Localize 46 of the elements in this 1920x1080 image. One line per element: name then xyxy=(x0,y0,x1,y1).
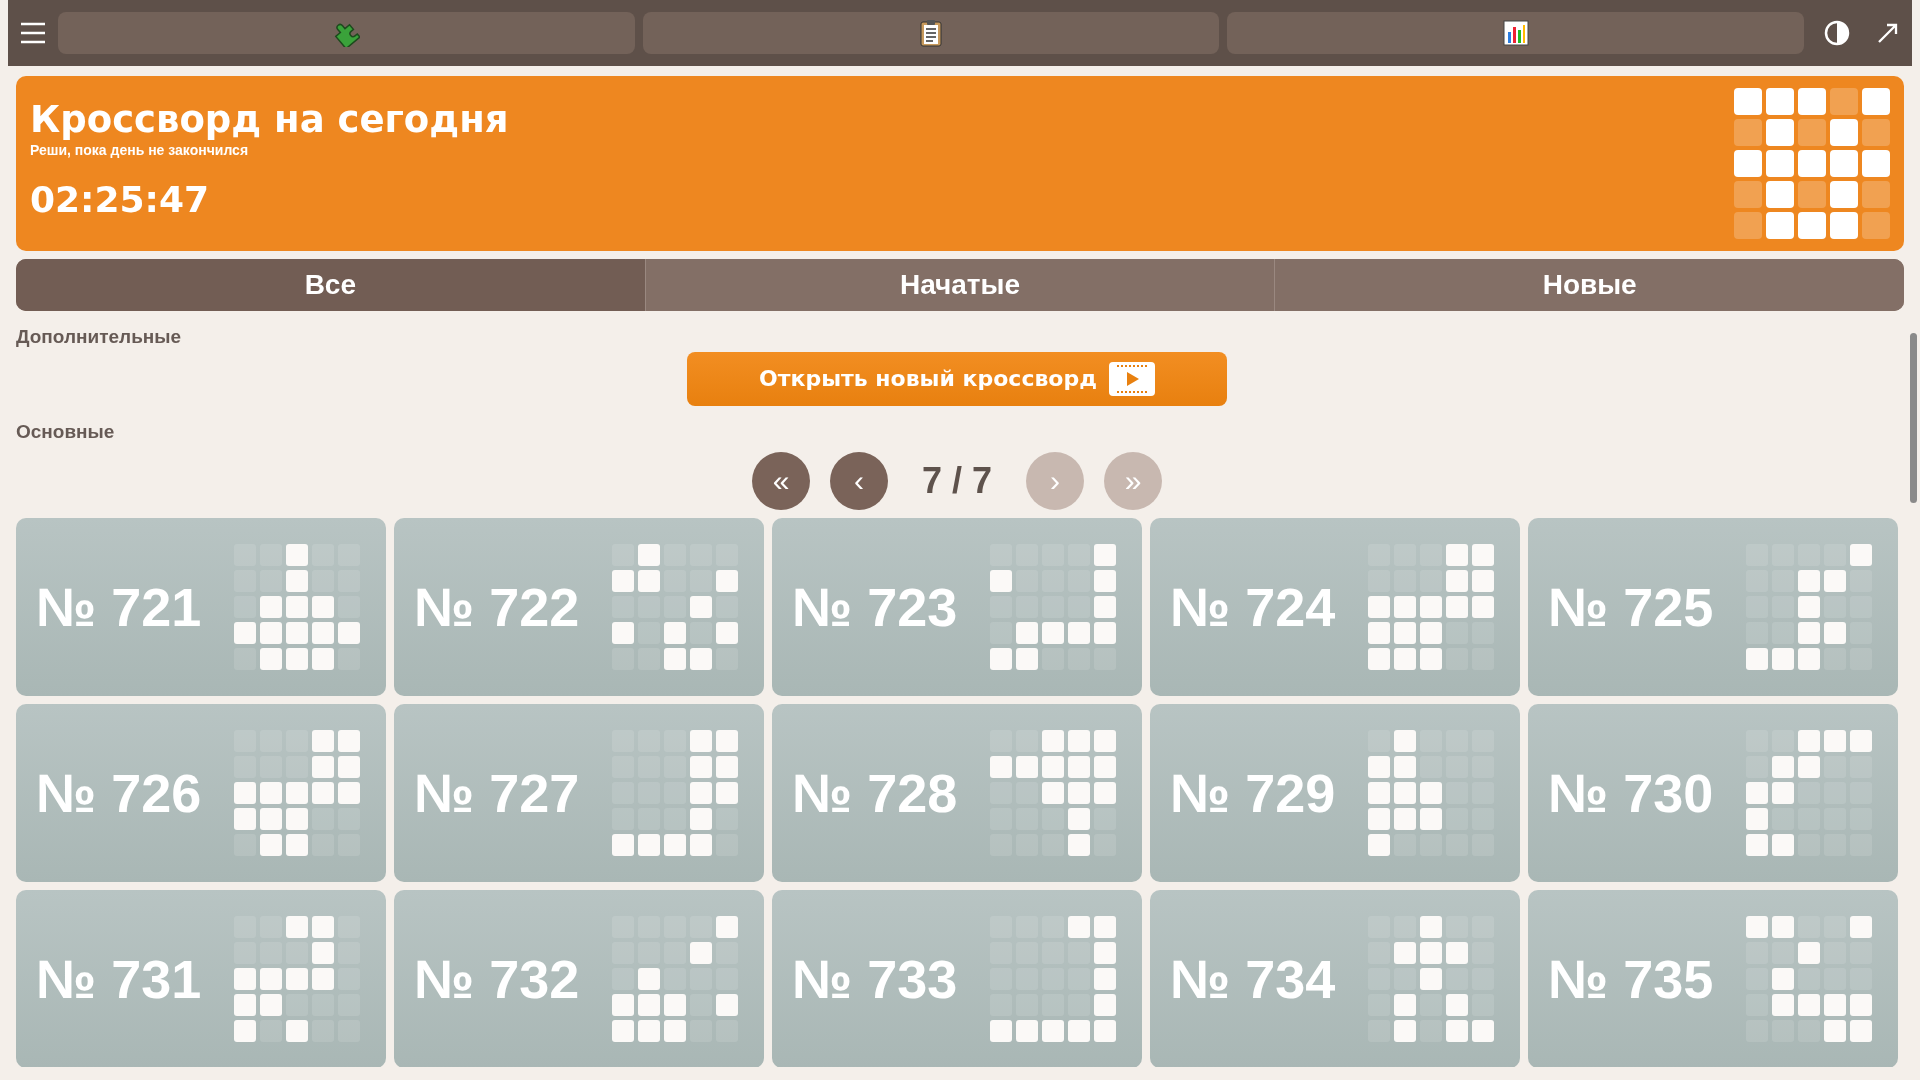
puzzle-card[interactable]: № 730 xyxy=(1528,704,1898,882)
puzzle-card[interactable]: № 727 xyxy=(394,704,764,882)
puzzle-card[interactable]: № 728 xyxy=(772,704,1142,882)
toolbar-tab[interactable] xyxy=(1227,12,1804,54)
page-button[interactable]: « xyxy=(751,452,810,510)
puzzle-number: № 728 xyxy=(792,761,958,825)
puzzle-number: № 725 xyxy=(1548,575,1714,639)
puzzle-number: № 722 xyxy=(414,575,580,639)
bar-chart-icon xyxy=(1502,20,1529,46)
puzzle-card[interactable]: № 726 xyxy=(16,704,386,882)
section-heading: Дополнительные xyxy=(16,325,183,349)
section-heading: Основные xyxy=(16,419,116,444)
puzzle-card[interactable]: № 722 xyxy=(394,518,764,696)
puzzle-number: № 721 xyxy=(36,575,202,639)
puzzle-card[interactable]: № 721 xyxy=(16,518,386,696)
puzzle-card[interactable]: № 725 xyxy=(1528,518,1898,696)
clipboard-icon xyxy=(919,19,943,47)
puzzle-number: № 732 xyxy=(414,947,580,1011)
puzzle-card[interactable]: № 733 xyxy=(772,890,1142,1067)
puzzle-card[interactable]: № 734 xyxy=(1150,890,1520,1067)
puzzle-number: № 733 xyxy=(792,947,958,1011)
open-crossword-button[interactable]: Открыть новый кроссворд xyxy=(687,351,1227,406)
puzzle-card[interactable]: № 735 xyxy=(1528,890,1898,1067)
puzzle-card[interactable]: № 731 xyxy=(16,890,386,1067)
filter-tab[interactable]: Все xyxy=(16,259,645,311)
puzzle-number: № 729 xyxy=(1170,761,1336,825)
page-indicator: 7 / 7 xyxy=(920,459,994,503)
page-button[interactable]: ‹ xyxy=(829,452,888,510)
puzzle-number: № 730 xyxy=(1548,761,1714,825)
daily-banner[interactable]: Кроссворд на сегодня Реши, пока день не закончился 02:25:47 xyxy=(16,76,1904,251)
puzzle-number: № 731 xyxy=(36,947,202,1011)
puzzle-number: № 735 xyxy=(1548,947,1714,1011)
puzzle-number: № 726 xyxy=(36,761,202,825)
puzzle-number: № 723 xyxy=(792,575,958,639)
puzzle-card[interactable]: № 732 xyxy=(394,890,764,1067)
video-icon xyxy=(1109,361,1155,396)
puzzle-number: № 734 xyxy=(1170,947,1336,1011)
puzzle-number: № 724 xyxy=(1170,575,1336,639)
filter-tab[interactable]: Новые xyxy=(1274,259,1904,311)
puzzle-card[interactable]: № 729 xyxy=(1150,704,1520,882)
puzzle-number: № 727 xyxy=(414,761,580,825)
countdown-timer: 02:25:47 xyxy=(30,178,211,223)
banner-subtitle: Реши, пока день не закончился xyxy=(30,141,250,161)
puzzle-card[interactable]: № 723 xyxy=(772,518,1142,696)
puzzle-card[interactable]: № 724 xyxy=(1150,518,1520,696)
banner-title: Кроссворд на сегодня xyxy=(30,99,509,141)
